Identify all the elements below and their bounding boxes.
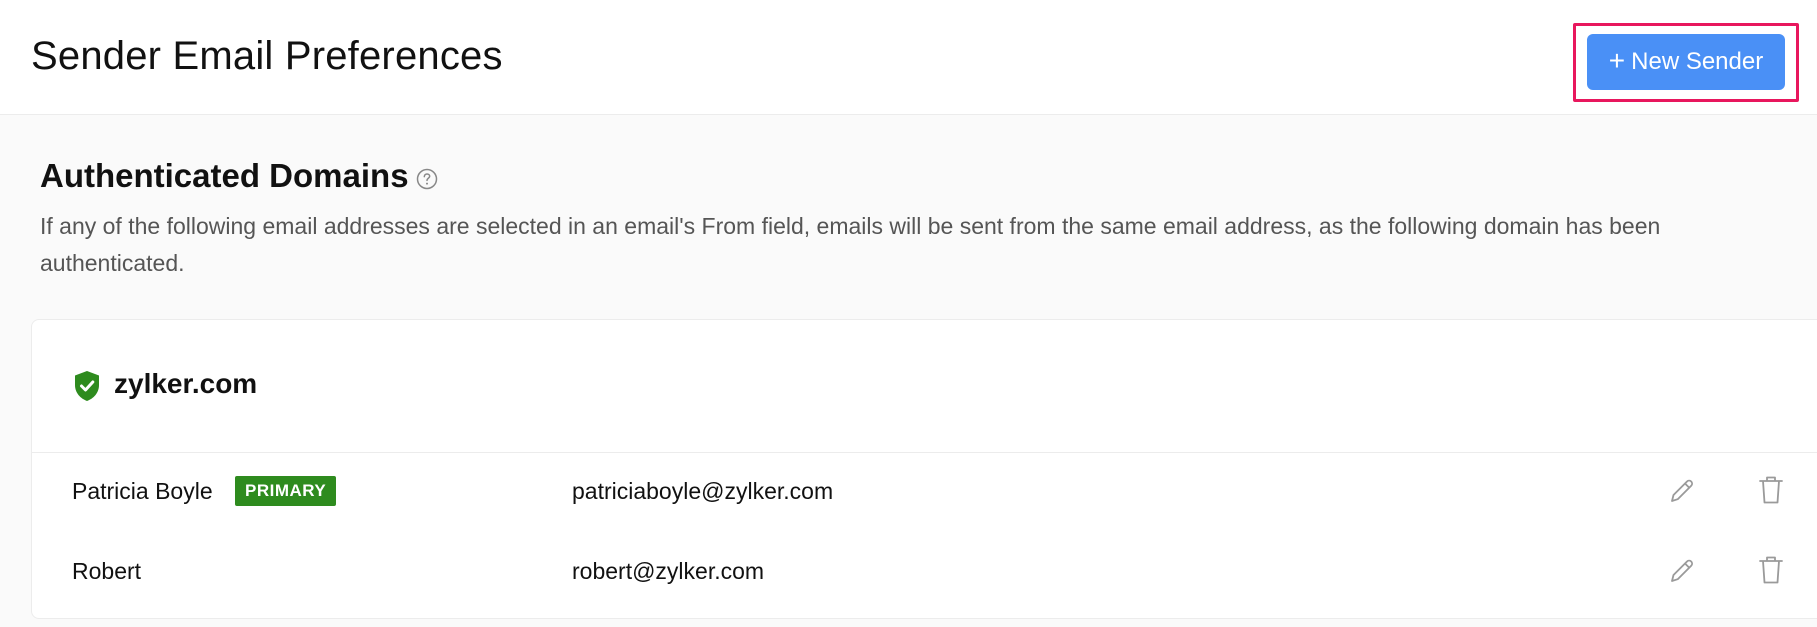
sender-name: Robert (72, 558, 142, 584)
trash-icon[interactable] (1758, 475, 1784, 505)
sender-name: Patricia Boyle (72, 478, 213, 504)
question-circle-icon[interactable] (416, 168, 438, 190)
page-header: Sender Email Preferences + New Sender (0, 0, 1817, 115)
domain-card: zylker.com Patricia Boyle PRIMARY patric… (31, 319, 1817, 619)
sender-row: Robert robert@zylker.com (32, 534, 1817, 614)
plus-icon: + (1608, 45, 1626, 76)
domain-name: zylker.com (114, 368, 258, 399)
new-sender-button-label: New Sender (1631, 48, 1764, 75)
page-title: Sender Email Preferences (31, 34, 503, 78)
pencil-icon[interactable] (1667, 476, 1697, 506)
sender-email: robert@zylker.com (572, 558, 765, 584)
pencil-icon[interactable] (1667, 556, 1697, 586)
shield-check-icon (75, 371, 99, 401)
section-description: If any of the following email addresses … (40, 213, 1661, 276)
section-title: Authenticated Domains (40, 157, 409, 194)
new-sender-button[interactable]: + New Sender (1587, 34, 1785, 90)
sender-email: patriciaboyle@zylker.com (572, 478, 834, 504)
trash-icon[interactable] (1758, 555, 1784, 585)
domain-header: zylker.com (32, 320, 1817, 453)
primary-badge: PRIMARY (235, 476, 337, 506)
sender-row: Patricia Boyle PRIMARY patriciaboyle@zyl… (32, 454, 1817, 534)
